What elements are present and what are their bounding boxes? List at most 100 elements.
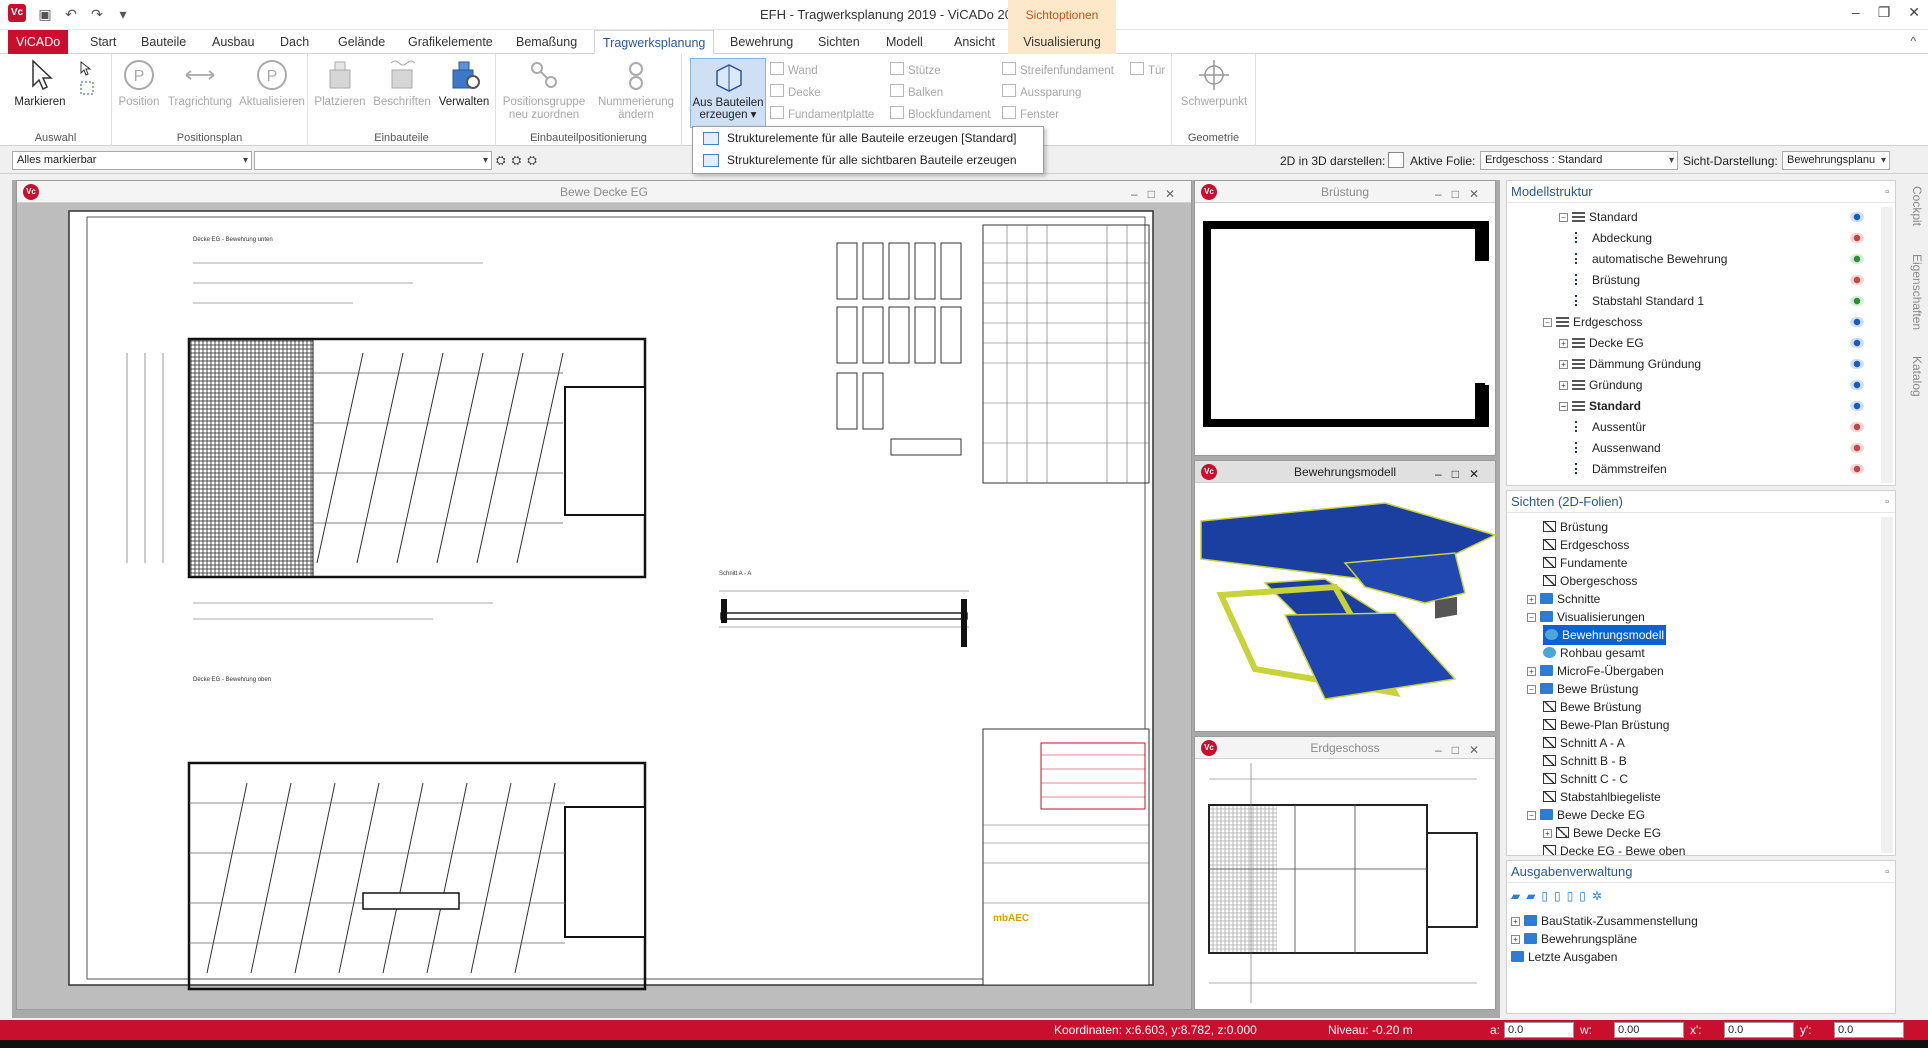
model-tree-item[interactable]: Stabstahl Standard 1 [1575, 291, 1704, 311]
doc-window-controls[interactable]: –□✕ [1131, 183, 1185, 205]
view-tree-item[interactable]: Decke EG - Bewe oben [1543, 841, 1685, 855]
document-bewehrungsmodell[interactable]: Vc Bewehrungsmodell –□✕ [1194, 460, 1497, 732]
sicht-darstellung-combo[interactable]: Bewehrungsplanu [1782, 151, 1890, 170]
status-x-input[interactable]: 0.0 [1724, 1022, 1794, 1038]
expand-toggle-icon[interactable]: + [1511, 935, 1520, 944]
tab-ansicht[interactable]: Ansicht [946, 30, 1003, 54]
doc-window-controls[interactable]: –□✕ [1435, 183, 1489, 205]
view-tree-item[interactable]: + Schnitte [1527, 589, 1600, 609]
doc-window-controls[interactable]: –□✕ [1435, 463, 1489, 485]
streifenfundament-button[interactable]: Streifenfundament [1002, 62, 1114, 77]
expand-toggle-icon[interactable]: + [1511, 917, 1520, 926]
tab-bewehrung[interactable]: Bewehrung [722, 30, 801, 54]
collapse-toggle-icon[interactable]: − [1527, 613, 1536, 622]
model-tree-item[interactable]: − Standard [1559, 396, 1641, 416]
model-tree-item[interactable]: Aussentür [1575, 417, 1646, 437]
model-tree-item[interactable]: Abdeckung [1575, 228, 1652, 248]
view-tree-item[interactable]: + Bewe Decke EG [1543, 823, 1661, 843]
box-select-icon[interactable] [78, 60, 96, 98]
view-tree-item[interactable]: Bewehrungsmodell [1543, 625, 1667, 645]
doc-title-bewe-decke-eg[interactable]: Vc Bewe Decke EG –□✕ [17, 181, 1191, 203]
sichten-scrollbar[interactable] [1881, 517, 1893, 853]
aussparung-button[interactable]: Aussparung [1002, 84, 1081, 99]
visibility-eye-icon[interactable] [1849, 463, 1865, 475]
menu-item-sichtbare-bauteile[interactable]: Strukturelemente für alle sichtbaren Bau… [693, 149, 1043, 171]
view-tree-item[interactable]: Erdgeschoss [1543, 535, 1629, 555]
print-icon[interactable]: ▯ [1579, 889, 1586, 903]
export-icon[interactable]: ▯ [1567, 889, 1574, 903]
folder-add-icon[interactable]: ▰ [1526, 889, 1535, 903]
tab-tragwerksplanung[interactable]: Tragwerksplanung [594, 30, 715, 54]
copy-icon[interactable]: ▯ [1554, 889, 1561, 903]
aus-bauteilen-erzeugen-button[interactable]: Aus Bauteilen erzeugen ▾ [690, 58, 766, 128]
view-tree-item[interactable]: Bewe Brüstung [1543, 697, 1641, 717]
tab-bemassung[interactable]: Bemaßung [508, 30, 585, 54]
status-w-input[interactable]: 0.00 [1614, 1022, 1684, 1038]
tab-sichten[interactable]: Sichten [810, 30, 868, 54]
collapse-toggle-icon[interactable]: − [1559, 402, 1568, 411]
customize-qat-icon[interactable]: ▾ [114, 5, 132, 23]
stuetze-button[interactable]: Stütze [890, 62, 941, 77]
wand-button[interactable]: Wand [770, 62, 818, 77]
markieren-button[interactable]: Markieren [8, 58, 72, 108]
view-tree-item[interactable]: Schnitt A - A [1543, 733, 1625, 753]
redo-icon[interactable]: ↷ [88, 5, 106, 23]
tab-dach[interactable]: Dach [272, 30, 317, 54]
visibility-eye-icon[interactable] [1849, 211, 1865, 223]
fundamentplatte-button[interactable]: Fundamentplatte [770, 106, 874, 121]
bruestung-canvas[interactable] [1195, 203, 1497, 455]
menu-item-alle-bauteile[interactable]: Strukturelemente für alle Bauteile erzeu… [693, 127, 1043, 149]
expand-toggle-icon[interactable]: + [1559, 339, 1568, 348]
visibility-eye-icon[interactable] [1849, 442, 1865, 454]
tab-modell[interactable]: Modell [878, 30, 931, 54]
aktualisieren-button[interactable]: P Aktualisieren [236, 58, 308, 108]
fenster-button[interactable]: Fenster [1002, 106, 1059, 121]
tab-vicado[interactable]: ViCADo [8, 30, 68, 54]
decke-button[interactable]: Decke [770, 84, 821, 99]
app-logo[interactable]: Vc [8, 4, 26, 22]
model-tree-item[interactable]: + Gründung [1559, 375, 1642, 395]
status-y-input[interactable]: 0.0 [1834, 1022, 1904, 1038]
doc-window-controls[interactable]: –□✕ [1435, 739, 1489, 761]
document-erdgeschoss[interactable]: Vc Erdgeschoss –□✕ [1194, 736, 1496, 1010]
balken-button[interactable]: Balken [890, 84, 943, 99]
visibility-eye-icon[interactable] [1849, 295, 1865, 307]
binoculars-icons[interactable]: ⛭⛭⛭ [496, 153, 543, 168]
model-tree-item[interactable]: Dämmstreifen [1575, 459, 1667, 479]
visibility-eye-icon[interactable] [1849, 421, 1865, 433]
settings-icon[interactable]: ✲ [1592, 889, 1602, 903]
ribbon-collapse-icon[interactable]: ^ [1910, 34, 1916, 48]
tab-visualisierung[interactable]: Visualisierung [1008, 30, 1116, 54]
tab-bauteile[interactable]: Bauteile [133, 30, 194, 54]
side-tab-cockpit[interactable]: Cockpit [1900, 186, 1924, 226]
expand-toggle-icon[interactable]: + [1559, 381, 1568, 390]
secondary-filter-combo[interactable] [254, 151, 492, 170]
tab-ausbau[interactable]: Ausbau [204, 30, 262, 54]
document-icon[interactable]: ▯ [1541, 889, 1548, 903]
model-tree-item[interactable]: Brüstung [1575, 270, 1640, 290]
view-tree-item[interactable]: Obergeschoss [1543, 571, 1637, 591]
visibility-eye-icon[interactable] [1849, 316, 1865, 328]
doc-title-erdgeschoss[interactable]: Vc Erdgeschoss –□✕ [1195, 737, 1495, 759]
view-tree-item[interactable]: Fundamente [1543, 553, 1627, 573]
view-tree-item[interactable]: Schnitt C - C [1543, 769, 1628, 789]
doc-title-bewehrungsmodell[interactable]: Vc Bewehrungsmodell –□✕ [1195, 461, 1495, 483]
restore-icon[interactable]: ❐ [1878, 4, 1891, 21]
model-tree-item[interactable]: − Standard [1559, 207, 1638, 227]
tab-grafikelemente[interactable]: Grafikelemente [400, 30, 501, 54]
tab-start[interactable]: Start [82, 30, 124, 54]
selection-filter-combo[interactable]: Alles markierbar [12, 151, 252, 170]
position-button[interactable]: P Position [114, 58, 164, 108]
collapse-toggle-icon[interactable]: − [1527, 811, 1536, 820]
view-tree-item[interactable]: + MicroFe-Übergaben [1527, 661, 1664, 681]
side-tab-katalog[interactable]: Katalog [1900, 356, 1924, 397]
expand-toggle-icon[interactable]: + [1527, 667, 1536, 676]
aktive-folie-combo[interactable]: Erdgeschoss : Standard [1480, 151, 1678, 170]
modellstruktur-scrollbar[interactable] [1881, 207, 1893, 483]
model-tree-item[interactable]: Aussenwand [1575, 438, 1661, 458]
blockfundament-button[interactable]: Blockfundament [890, 106, 990, 121]
model-tree-item[interactable]: − Erdgeschoss [1543, 312, 1642, 332]
minimize-icon[interactable]: – [1852, 4, 1860, 21]
drawing-canvas[interactable]: Decke EG - Bewehrung unten Decke EG - Be… [17, 203, 1193, 1011]
doc-title-bruestung[interactable]: Vc Brüstung –□✕ [1195, 181, 1495, 203]
